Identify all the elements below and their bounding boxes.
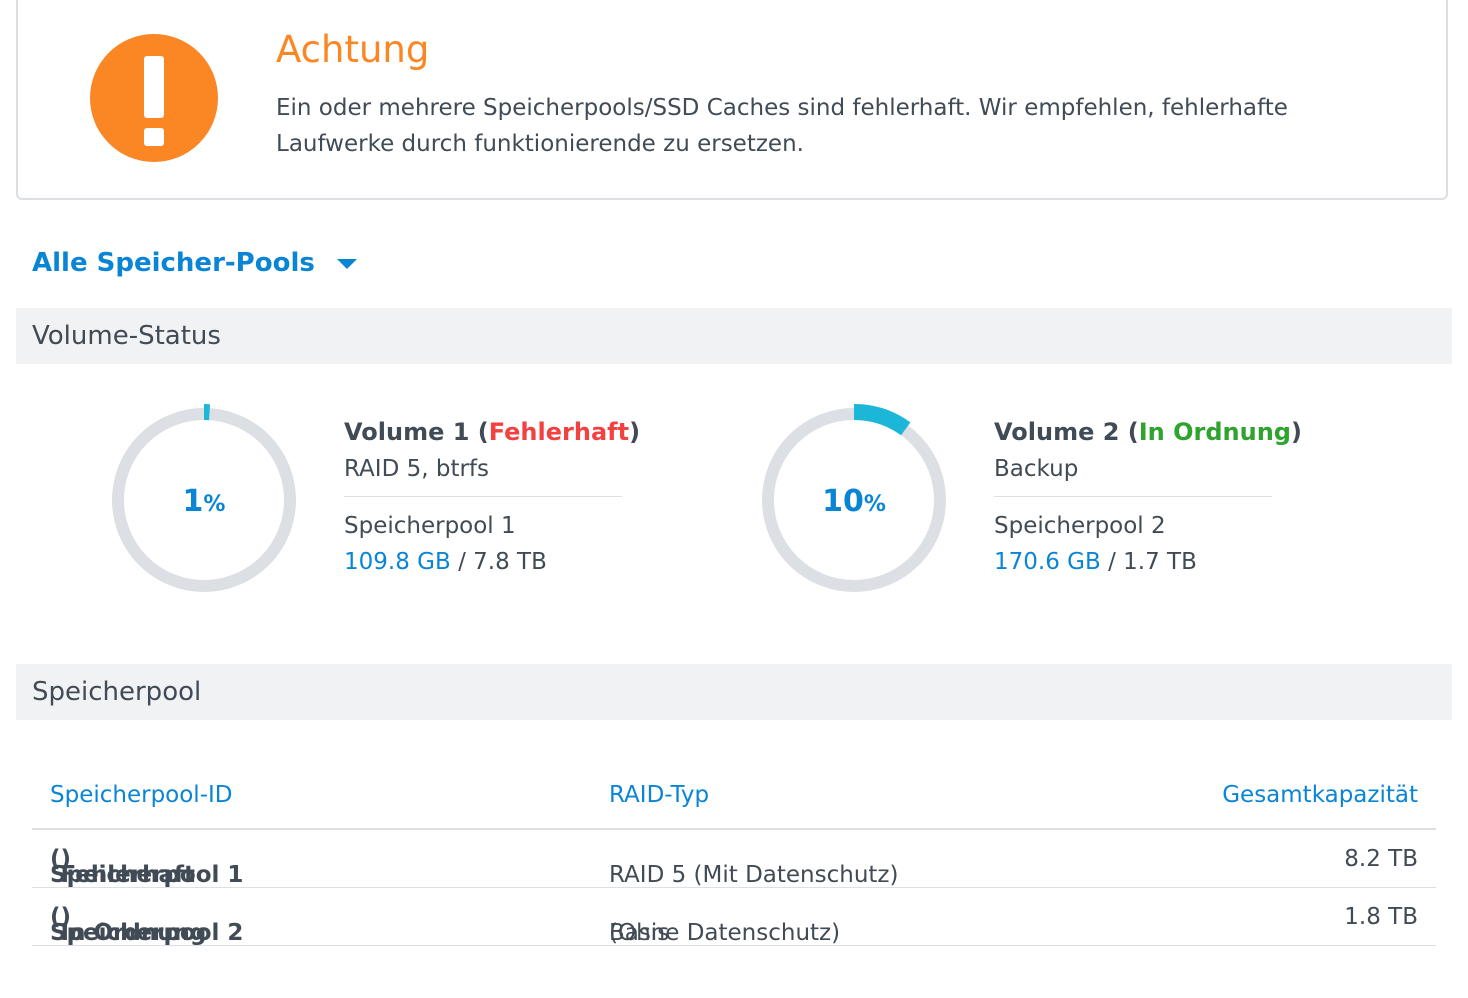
alert-title: Achtung [276,28,430,71]
storage-pool-table: Speicherpool-ID RAID-Typ Gesamtkapazität… [32,770,1436,946]
pool-capacity: 1.8 TB [1344,904,1418,930]
alert-panel: Achtung Ein oder mehrere Speicherpools/S… [16,0,1448,200]
table-row[interactable]: Speicherpool 2 (In Ordnung) Basis (Ohne … [32,888,1436,946]
pool-selector-label: Alle Speicher-Pools [32,248,315,278]
volume-capacity-1: 109.8 GB / 7.8 TB [344,549,547,575]
usage-percent-2: 10% [822,484,886,519]
pool-status: Fehlerhaft [60,862,195,888]
usage-percent-1: 1% [182,484,226,519]
volume-capacity-2: 170.6 GB / 1.7 TB [994,549,1197,575]
pool-capacity: 8.2 TB [1344,846,1418,872]
volume-name-1: Volume 1 (Fehlerhaft) [344,418,641,446]
pool-selector-dropdown[interactable]: Alle Speicher-Pools [32,248,357,278]
volume-status-1: Fehlerhaft [488,418,630,446]
usage-ring-2-fill [854,404,911,436]
storage-pool-heading: Speicherpool [16,664,1452,720]
volume-card-1[interactable]: 1% Volume 1 (Fehlerhaft) RAID 5, btrfs S… [104,400,724,620]
caret-down-icon [336,259,357,269]
exclamation-circle-icon [90,34,218,162]
column-header-capacity[interactable]: Gesamtkapazität [1222,782,1418,808]
column-header-pool-id[interactable]: Speicherpool-ID [50,782,233,808]
table-row[interactable]: Speicherpool 1 (Fehlerhaft) RAID 5 (Mit … [32,830,1436,888]
divider [994,496,1272,497]
table-header: Speicherpool-ID RAID-Typ Gesamtkapazität [32,770,1436,830]
volume-card-2[interactable]: 10% Volume 2 (In Ordnung) Backup Speiche… [754,400,1374,620]
volume-name-2: Volume 2 (In Ordnung) [994,418,1302,446]
raid-protection-note: (Ohne Datenschutz) [609,920,841,946]
volume-subtitle-1: RAID 5, btrfs [344,456,489,482]
divider [344,496,622,497]
pool-name: Speicherpool 1 (Fehlerhaft) [50,846,244,888]
volume-pool-2: Speicherpool 2 [994,513,1166,539]
pool-status: In Ordnung [60,920,207,946]
volume-status-2: In Ordnung [1138,418,1291,446]
volume-status-heading: Volume-Status [16,308,1452,364]
column-header-raid-type[interactable]: RAID-Typ [609,782,709,808]
volume-pool-1: Speicherpool 1 [344,513,516,539]
pool-name: Speicherpool 2 (In Ordnung) [50,904,244,946]
alert-message: Ein oder mehrere Speicherpools/SSD Cache… [276,95,1288,157]
usage-ring-1-fill [204,404,211,421]
volume-subtitle-2: Backup [994,456,1079,482]
